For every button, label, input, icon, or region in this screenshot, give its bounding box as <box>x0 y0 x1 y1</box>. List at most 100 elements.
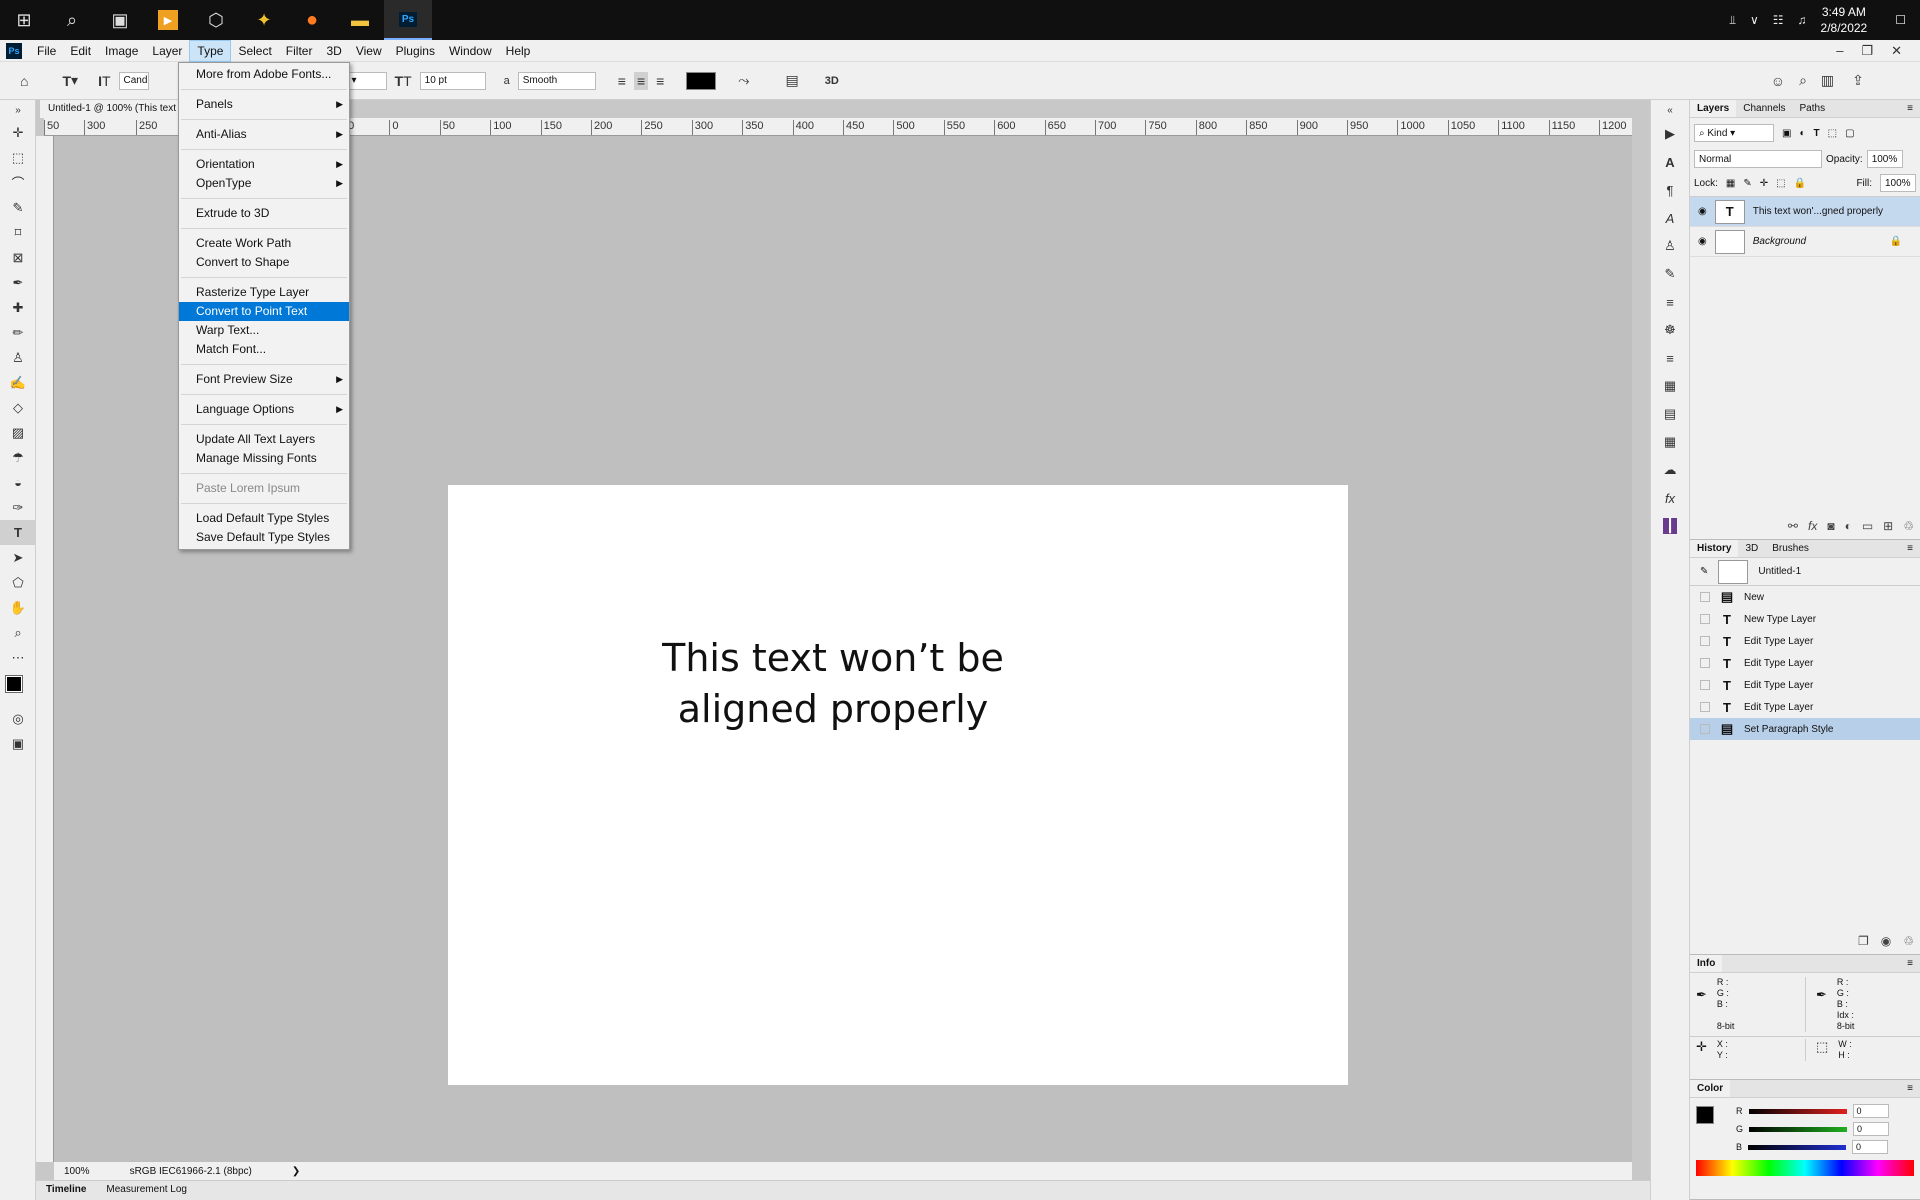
foreground-color-swatch[interactable] <box>5 675 23 693</box>
panel-menu-icon[interactable]: ≡ <box>1900 955 1920 972</box>
status-arrow-icon[interactable]: ❯ <box>292 1166 300 1177</box>
filter-smart-icon[interactable]: ▢ <box>1845 128 1854 139</box>
menu-filter[interactable]: Filter <box>279 41 320 61</box>
history-brush-source-checkbox[interactable] <box>1700 724 1710 734</box>
lock-pixels-icon[interactable]: ▦ <box>1726 178 1735 189</box>
pen-tool-icon[interactable]: ✑ <box>0 495 36 520</box>
text-color-swatch[interactable] <box>686 71 717 90</box>
type-menu-item[interactable]: Language Options ▶ <box>179 400 349 419</box>
tab-info[interactable]: Info <box>1690 955 1723 972</box>
wifi-icon[interactable]: ☷ <box>1773 13 1784 27</box>
libraries-icon[interactable]: ┃ <box>1651 512 1689 540</box>
media-player-icon[interactable]: ▶ <box>144 0 192 40</box>
marquee-tool-icon[interactable]: ⬚ <box>0 145 36 170</box>
paragraph-icon[interactable]: ¶ <box>1651 176 1689 204</box>
move-tool-icon[interactable]: ✛ <box>0 120 36 145</box>
font-family-select[interactable]: Cand <box>118 71 149 90</box>
color-channel-input[interactable]: 0 <box>1852 1104 1889 1118</box>
panel-menu-icon[interactable]: ≡ <box>1900 100 1920 117</box>
filter-adjustment-icon[interactable]: ◐ <box>1799 128 1805 139</box>
font-size-select[interactable]: 10 pt <box>419 71 486 90</box>
menu-3d[interactable]: 3D <box>319 41 348 61</box>
panel-menu-icon[interactable]: ≡ <box>1900 540 1920 557</box>
photoshop-taskbar-icon[interactable]: Ps <box>384 0 432 40</box>
patterns-icon[interactable]: ▦ <box>1651 428 1689 456</box>
glyphs-icon[interactable]: A <box>1651 204 1689 232</box>
type-menu-item[interactable]: Load Default Type Styles <box>179 509 349 528</box>
anti-alias-select[interactable]: Smooth <box>517 71 596 90</box>
tab-measurement-log[interactable]: Measurement Log <box>96 1181 197 1200</box>
type-menu-item[interactable]: Font Preview Size ▶ <box>179 370 349 389</box>
font-style-select[interactable]: ▾ <box>346 71 387 90</box>
windows-start-icon[interactable]: ⊞ <box>0 0 48 40</box>
tab-color[interactable]: Color <box>1690 1080 1731 1097</box>
quick-mask-icon[interactable]: ◎ <box>0 706 36 731</box>
new-layer-icon[interactable]: ⊞ <box>1883 519 1893 533</box>
eyedropper-tool-icon[interactable]: ✒ <box>0 270 36 295</box>
notifications-icon[interactable]: ☐ <box>1895 13 1906 27</box>
menu-type[interactable]: Type <box>189 39 232 62</box>
tab-history[interactable]: History <box>1690 540 1739 557</box>
document-tab[interactable]: Untitled-1 @ 100% (This text v <box>40 100 192 118</box>
close-icon[interactable]: ✕ <box>1891 43 1902 59</box>
menu-file[interactable]: File <box>30 41 63 61</box>
delete-state-icon[interactable]: ♲ <box>1903 934 1914 948</box>
blur-tool-icon[interactable]: ☂ <box>0 445 36 470</box>
styles-icon[interactable]: ☁ <box>1651 456 1689 484</box>
tab-3d[interactable]: 3D <box>1738 540 1765 557</box>
character-icon[interactable]: A <box>1651 148 1689 176</box>
firefox-icon[interactable]: ● <box>288 0 336 40</box>
edit-toolbar-icon[interactable]: ⋯ <box>0 645 36 670</box>
swatches-icon[interactable]: ▦ <box>1651 372 1689 400</box>
menu-window[interactable]: Window <box>442 41 499 61</box>
layer-name[interactable]: Background <box>1753 236 1806 247</box>
quick-selection-tool-icon[interactable]: ✎ <box>0 195 36 220</box>
type-menu-item[interactable]: Panels ▶ <box>179 95 349 114</box>
screen-mode-icon[interactable]: ▣ <box>0 731 36 756</box>
color-profile[interactable]: sRGB IEC61966-2.1 (8bpc) <box>130 1166 252 1177</box>
gradients-icon[interactable]: ▤ <box>1651 400 1689 428</box>
filter-shape-icon[interactable]: ⬚ <box>1828 128 1837 139</box>
user-icon[interactable]: ☺ <box>1771 73 1785 89</box>
color-spectrum-ramp[interactable] <box>1696 1160 1914 1176</box>
layer-style-icon[interactable]: fx <box>1808 519 1817 533</box>
healing-brush-tool-icon[interactable]: ✚ <box>0 295 36 320</box>
brush-tool-icon[interactable]: ✏ <box>0 320 36 345</box>
color-channel-input[interactable]: 0 <box>1852 1140 1889 1154</box>
app-icon[interactable]: ✦ <box>240 0 288 40</box>
usb-icon[interactable]: ⫫ <box>1729 13 1736 28</box>
history-state[interactable]: T Edit Type Layer <box>1690 630 1920 652</box>
color-channel-slider[interactable] <box>1749 1126 1848 1132</box>
share-icon[interactable]: ⇪ <box>1852 72 1864 89</box>
brushes-icon[interactable]: ≡ <box>1651 344 1689 372</box>
3d-button[interactable]: 3D <box>825 75 839 87</box>
menu-help[interactable]: Help <box>499 41 538 61</box>
history-brush-tool-icon[interactable]: ✍ <box>0 370 36 395</box>
crop-tool-icon[interactable]: ⌑ <box>0 220 36 245</box>
align-center-icon[interactable]: ≡ <box>633 71 649 90</box>
filter-pixel-icon[interactable]: ▣ <box>1782 128 1791 139</box>
type-menu-item[interactable]: OpenType ▶ <box>179 174 349 193</box>
type-menu-item[interactable]: Update All Text Layers <box>179 430 349 449</box>
home-icon[interactable]: ⌂ <box>20 73 28 89</box>
history-state[interactable]: ▤ New <box>1690 586 1920 608</box>
history-state[interactable]: ▤ Set Paragraph Style <box>1690 718 1920 740</box>
blend-mode-select[interactable]: Normal <box>1694 150 1822 168</box>
new-fill-layer-icon[interactable]: ◐ <box>1845 519 1852 533</box>
color-channel-slider[interactable] <box>1748 1108 1847 1114</box>
clone-source-icon[interactable]: ♙ <box>1651 232 1689 260</box>
search-icon[interactable]: ⌕ <box>1799 72 1807 89</box>
history-state[interactable]: T Edit Type Layer <box>1690 652 1920 674</box>
link-layers-icon[interactable]: ⚯ <box>1788 519 1798 533</box>
collapse-icon[interactable]: » <box>0 100 36 120</box>
menu-image[interactable]: Image <box>98 41 145 61</box>
align-right-icon[interactable]: ≡ <box>656 73 664 89</box>
lock-all-icon[interactable]: 🔒 <box>1794 178 1806 189</box>
delete-layer-icon[interactable]: ♲ <box>1903 519 1914 533</box>
type-tool-preset-icon[interactable]: T ▾ <box>62 72 78 89</box>
actions-icon[interactable]: ▶ <box>1651 120 1689 148</box>
zoom-tool-icon[interactable]: ⌕ <box>0 620 36 645</box>
shape-tool-icon[interactable]: ⬠ <box>0 570 36 595</box>
history-brush-source-checkbox[interactable] <box>1700 658 1710 668</box>
character-panel-icon[interactable]: ▤ <box>785 72 798 89</box>
